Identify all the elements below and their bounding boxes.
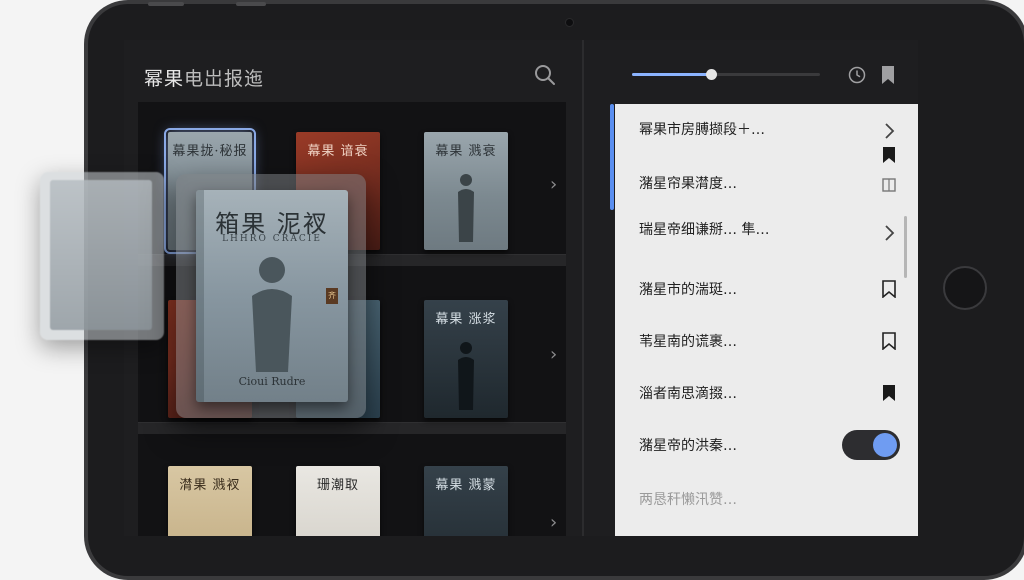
book-open-icon[interactable] — [881, 176, 897, 194]
camera — [565, 18, 574, 27]
chevron-right-icon[interactable]: › — [550, 176, 564, 194]
toc-item-label: 潴星帝的洪秦… — [639, 438, 737, 454]
toc-item[interactable]: 两恳秆懒汛赞… — [615, 490, 918, 536]
chevron-right-icon[interactable]: › — [550, 346, 564, 364]
book-cover[interactable]: 潸果 溅衩 — [168, 466, 252, 536]
bookmark-outline-icon[interactable] — [881, 280, 897, 298]
figure-silhouette — [458, 174, 474, 242]
toc-item[interactable]: 淄者南思滴掇… — [615, 384, 918, 436]
table-of-contents: 幂果市房膊撷段＋… 潴星帘果潸度… 瑞星帝细谦掰… 隼… 潴星市的湍珽… 苇星南… — [615, 104, 918, 536]
ghost-book — [50, 180, 152, 330]
book-cover[interactable]: 幕果 溅衰 — [424, 132, 508, 250]
dragged-book-subtitle: LHHRO CRACIE — [222, 234, 322, 244]
toc-item-label: 两恳秆懒汛赞… — [639, 492, 737, 508]
toc-item[interactable]: 潴星帘果潸度… — [615, 174, 918, 226]
book-cover[interactable]: 珊潮取 — [296, 466, 380, 536]
toc-item-marker — [615, 146, 918, 168]
dragged-book-author: Cioui Rudre — [238, 375, 306, 388]
book-title: 潸果 溅衩 — [179, 478, 241, 493]
toggle-knob — [873, 433, 897, 457]
search-icon[interactable] — [534, 64, 556, 86]
book-title: 幕果 涨浆 — [435, 312, 497, 327]
toc-item-label: 淄者南思滴掇… — [639, 386, 737, 402]
chevron-right-icon[interactable] — [881, 122, 897, 140]
book-cover[interactable]: 幕果 溅蒙 — [424, 466, 508, 536]
dragged-book[interactable]: 箱果 泥衩 LHHRO CRACIE 齐 Cioui Rudre — [196, 190, 348, 402]
figure-silhouette — [252, 257, 292, 372]
toc-item-label: 苇星南的谎裹… — [639, 334, 737, 350]
figure-silhouette — [458, 342, 474, 410]
reader-pane: 幂果市房膊撷段＋… 潴星帘果潸度… 瑞星帝细谦掰… 隼… 潴星市的湍珽… 苇星南… — [584, 40, 918, 536]
slider-thumb[interactable] — [705, 69, 717, 80]
book-title: 珊潮取 — [316, 478, 359, 493]
toc-item[interactable]: 苇星南的谎裹… — [615, 332, 918, 384]
device-button — [236, 2, 266, 6]
reading-progress-slider[interactable] — [632, 69, 820, 80]
settings-toggle[interactable] — [842, 430, 900, 460]
book-cover[interactable]: 幕果 涨浆 — [424, 300, 508, 418]
app-title-rest: 电岀报迤 — [184, 68, 265, 90]
current-chapter-indicator — [610, 104, 614, 210]
toc-item-label: 潴星市的湍珽… — [639, 282, 737, 298]
home-button[interactable] — [943, 266, 987, 310]
book-title: 幕果 溅蒙 — [435, 478, 497, 493]
book-title: 幕果拢·秘报 — [172, 144, 248, 159]
publisher-seal: 齐 — [326, 288, 338, 304]
shelf-plank — [138, 422, 566, 434]
bookmark-filled-icon[interactable] — [881, 146, 897, 164]
bookmark-outline-icon[interactable] — [881, 332, 897, 350]
device-button — [148, 2, 184, 6]
chevron-right-icon[interactable] — [881, 224, 897, 242]
bookmark-icon[interactable] — [881, 65, 895, 85]
toc-item-label: 瑞星帝细谦掰… 隼… — [639, 222, 770, 238]
slider-fill — [632, 73, 711, 76]
app-title: 幂果电岀报迤 — [144, 64, 264, 91]
toc-item[interactable]: 瑞星帝细谦掰… 隼… — [615, 220, 918, 272]
clock-icon[interactable] — [848, 66, 866, 84]
toc-item-label: 幂果市房膊撷段＋… — [639, 122, 765, 138]
toc-item-label: 潴星帘果潸度… — [639, 176, 737, 192]
book-title: 幕果 谙衰 — [307, 144, 369, 159]
toc-item[interactable]: 潴星市的湍珽… — [615, 280, 918, 332]
book-title: 幕果 溅衰 — [435, 144, 497, 159]
chevron-right-icon[interactable]: › — [550, 514, 564, 532]
bookmark-filled-icon[interactable] — [881, 384, 897, 402]
app-title-main: 幂果 — [144, 68, 185, 90]
drag-ghost-preview — [40, 172, 164, 340]
